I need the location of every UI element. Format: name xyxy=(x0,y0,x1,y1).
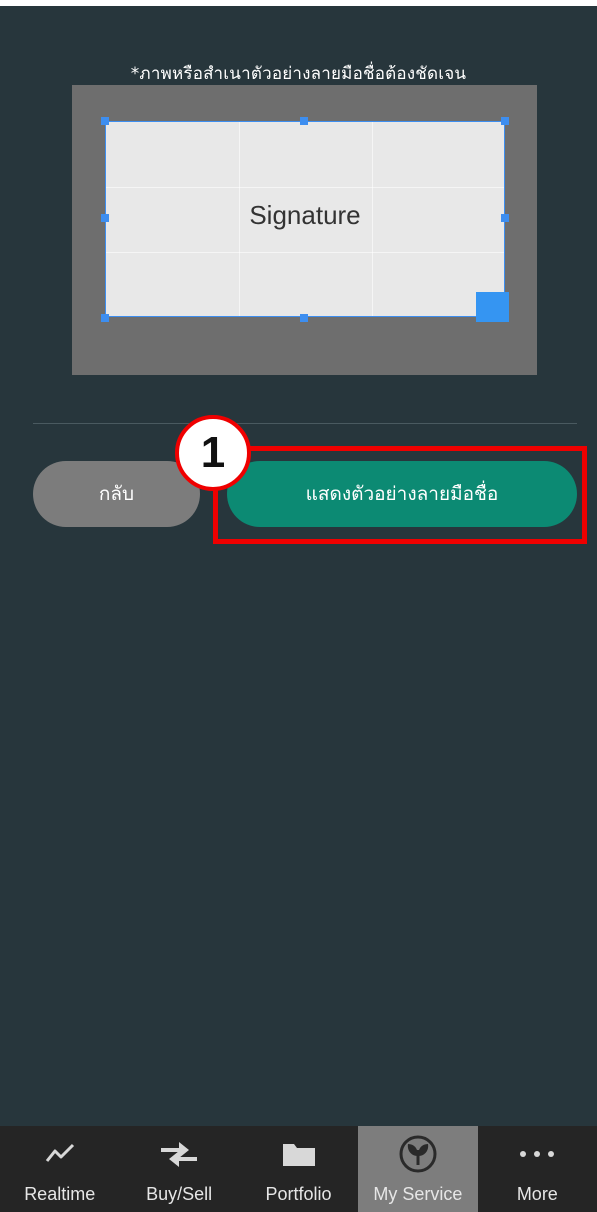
folder-icon xyxy=(281,1126,317,1182)
crop-handle-bottom[interactable] xyxy=(300,314,308,322)
leaf-logo-icon xyxy=(398,1126,438,1182)
annotation-highlight-box xyxy=(213,446,587,544)
crop-grid-line xyxy=(106,187,504,188)
tab-my-service[interactable]: My Service xyxy=(358,1126,478,1212)
tab-more[interactable]: More xyxy=(478,1126,597,1212)
signature-crop-box[interactable]: Signature xyxy=(105,121,505,317)
crop-handle-bottom-left[interactable] xyxy=(101,314,109,322)
crop-handle-left[interactable] xyxy=(101,214,109,222)
swap-arrows-icon xyxy=(159,1126,199,1182)
tab-label: Buy/Sell xyxy=(146,1184,213,1204)
signature-placeholder-text: Signature xyxy=(249,200,361,230)
signature-instruction: *ภาพหรือสำเนาตัวอย่างลายมือชื่อต้องชัดเจ… xyxy=(130,64,467,84)
tab-portfolio[interactable]: Portfolio xyxy=(239,1126,358,1212)
section-divider xyxy=(33,423,577,424)
tab-label: Portfolio xyxy=(265,1184,332,1204)
crop-grid-line xyxy=(106,252,504,253)
crop-handle-right[interactable] xyxy=(501,214,509,222)
tab-label: More xyxy=(516,1184,558,1204)
crop-handle-top-right[interactable] xyxy=(501,117,509,125)
tab-realtime[interactable]: Realtime xyxy=(0,1126,119,1212)
crop-resize-handle[interactable] xyxy=(476,292,509,322)
bottom-tab-bar: Realtime Buy/Sell Portfolio My Service M… xyxy=(0,1126,597,1212)
tab-label: Realtime xyxy=(24,1184,96,1204)
status-strip xyxy=(0,0,597,6)
chart-line-icon xyxy=(45,1126,75,1182)
more-dots-icon xyxy=(517,1126,557,1182)
crop-handle-top[interactable] xyxy=(300,117,308,125)
back-button[interactable]: กลับ xyxy=(33,461,200,527)
tab-buy-sell[interactable]: Buy/Sell xyxy=(119,1126,238,1212)
crop-handle-top-left[interactable] xyxy=(101,117,109,125)
tab-label: My Service xyxy=(373,1184,463,1204)
annotation-step-badge: 1 xyxy=(175,415,251,491)
